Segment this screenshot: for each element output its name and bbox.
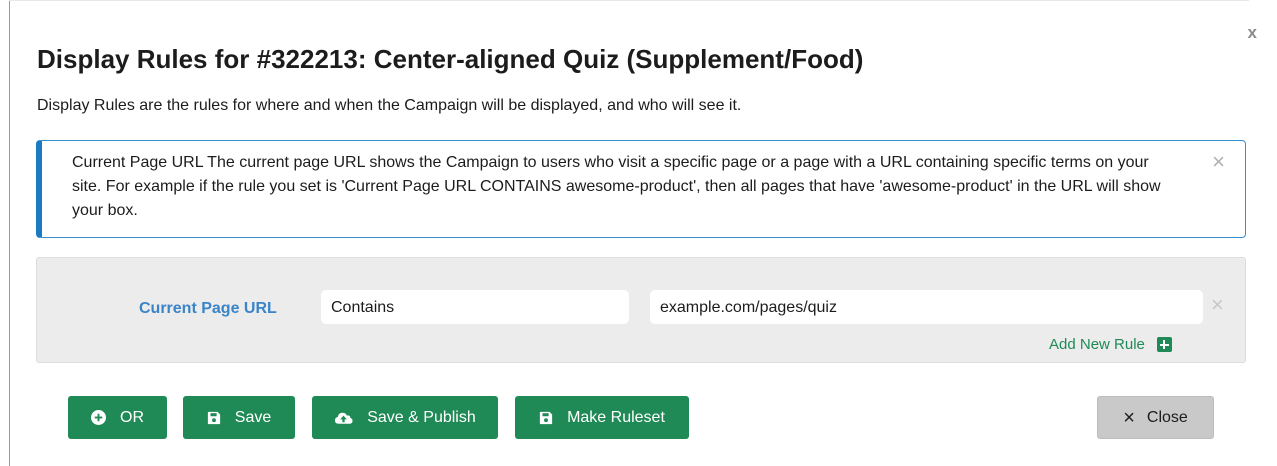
cloud-upload-icon: [334, 411, 353, 425]
close-icon: ×: [1123, 406, 1135, 429]
modal-close-x[interactable]: x: [1248, 24, 1257, 41]
rule-operator-select[interactable]: Contains: [321, 290, 629, 324]
or-button-label: OR: [120, 408, 144, 426]
info-alert: Current Page URL The current page URL sh…: [36, 140, 1246, 238]
rule-value-input[interactable]: example.com/pages/quiz: [650, 290, 1203, 324]
save-button-label: Save: [234, 408, 272, 426]
save-button[interactable]: Save: [183, 396, 295, 439]
modal-border-left: [9, 0, 10, 466]
plus-circle-icon: [91, 410, 106, 425]
plus-square-icon: [1156, 337, 1172, 352]
close-button-label: Close: [1146, 408, 1188, 426]
info-alert-text: Current Page URL The current page URL sh…: [72, 154, 1161, 219]
close-button[interactable]: × Close: [1097, 396, 1214, 439]
rule-group-panel: Current Page URL Contains example.com/pa…: [36, 257, 1246, 363]
save-and-publish-label: Save & Publish: [367, 408, 476, 426]
page-description: Display Rules are the rules for where an…: [37, 97, 742, 114]
page-title: Display Rules for #322213: Center-aligne…: [37, 44, 864, 74]
floppy-disk-icon: [539, 411, 553, 425]
make-ruleset-label: Make Ruleset: [567, 408, 665, 426]
info-alert-close-icon[interactable]: ×: [1212, 151, 1225, 173]
save-and-publish-button[interactable]: Save & Publish: [312, 396, 498, 439]
add-new-rule-link[interactable]: Add New Rule: [1049, 336, 1172, 353]
rule-type-link[interactable]: Current Page URL: [139, 300, 277, 318]
or-button[interactable]: OR: [68, 396, 167, 439]
remove-rule-icon[interactable]: ×: [1211, 294, 1224, 316]
modal-border-top: [9, 0, 1249, 1]
add-new-rule-label: Add New Rule: [1049, 336, 1145, 353]
floppy-disk-icon: [207, 411, 221, 425]
make-ruleset-button[interactable]: Make Ruleset: [515, 396, 689, 439]
